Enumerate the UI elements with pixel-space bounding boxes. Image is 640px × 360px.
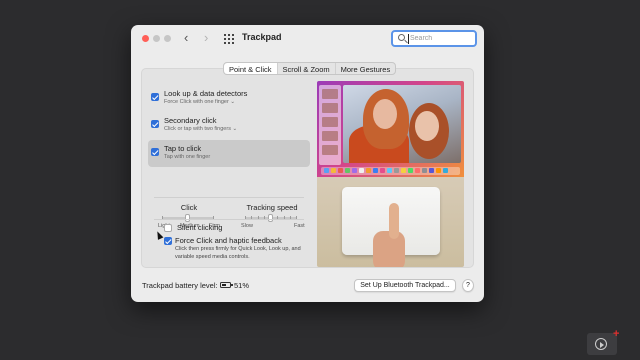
divider <box>154 197 304 198</box>
option-look-up[interactable]: Look up & data detectors Force Click wit… <box>148 88 310 110</box>
help-button[interactable]: ? <box>462 279 474 292</box>
zoom-button[interactable] <box>164 35 171 42</box>
grid-icon[interactable] <box>224 34 234 44</box>
option-sublabel: Tap with one finger <box>164 154 211 160</box>
tab-more-gestures[interactable]: More Gestures <box>334 63 396 74</box>
video-player-control[interactable]: + <box>587 328 619 355</box>
preview-photo <box>343 85 461 163</box>
preview-dock <box>321 167 460 175</box>
option-description: Click then press firmly for Quick Look, … <box>175 246 301 260</box>
footer-bar: Trackpad battery level: 51% Set Up Bluet… <box>131 277 484 297</box>
close-button[interactable] <box>142 35 149 42</box>
checkbox-look-up[interactable] <box>151 93 159 101</box>
setup-bluetooth-trackpad-button[interactable]: Set Up Bluetooth Trackpad... <box>354 279 456 292</box>
option-label: Force Click and haptic feedback <box>175 236 282 245</box>
slider-end-label: Slow <box>241 223 253 229</box>
search-field[interactable] <box>391 30 477 47</box>
plus-icon: + <box>613 328 620 340</box>
divider <box>154 219 304 220</box>
play-icon[interactable] <box>595 338 607 350</box>
checkbox-tap-to-click[interactable] <box>151 148 159 156</box>
gesture-preview-video <box>317 81 464 267</box>
option-secondary-click[interactable]: Secondary click Click or tap with two fi… <box>148 115 310 137</box>
preview-desktop <box>317 81 464 177</box>
search-input[interactable] <box>410 33 474 44</box>
minimize-button[interactable] <box>153 35 160 42</box>
tab-bar: Point & Click Scroll & Zoom More Gesture… <box>223 62 397 75</box>
preview-hand <box>369 203 409 267</box>
tab-scroll-zoom[interactable]: Scroll & Zoom <box>276 63 335 74</box>
mouse-pointer-icon <box>154 230 164 240</box>
slider-knob[interactable] <box>185 214 190 222</box>
tab-point-click[interactable]: Point & Click <box>224 63 277 74</box>
option-label: Look up & data detectors <box>164 89 248 98</box>
slider-label: Click <box>180 203 198 212</box>
settings-panel: Look up & data detectors Force Click wit… <box>141 68 474 268</box>
preview-desk <box>317 177 464 267</box>
chevron-left-icon[interactable]: ‹ <box>184 30 188 45</box>
option-sublabel[interactable]: Force Click with one finger ⌄ <box>164 99 235 105</box>
option-tap-to-click[interactable]: Tap to click Tap with one finger <box>148 140 310 167</box>
text-caret <box>408 34 409 44</box>
preview-photo-sidebar <box>319 85 341 165</box>
battery-icon <box>220 282 233 288</box>
option-label: Tap to click <box>164 144 202 153</box>
search-icon <box>398 34 405 41</box>
slider-end-label: Fast <box>294 223 305 229</box>
window-title: Trackpad <box>242 32 282 42</box>
slider-label: Tracking speed <box>246 203 298 212</box>
title-bar: ‹ › Trackpad <box>131 25 484 53</box>
checkbox-force-click[interactable] <box>164 237 172 245</box>
option-label: Silent clicking <box>177 223 223 232</box>
checkbox-secondary-click[interactable] <box>151 120 159 128</box>
battery-label: Trackpad battery level: <box>142 281 218 290</box>
option-sublabel[interactable]: Click or tap with two fingers ⌄ <box>164 126 237 132</box>
preferences-window: ‹ › Trackpad Point & Click Scroll & Zoom… <box>131 25 484 302</box>
checkbox-silent-clicking[interactable] <box>164 224 172 232</box>
battery-value: 51% <box>234 281 250 290</box>
slider-knob[interactable] <box>268 214 273 222</box>
option-label: Secondary click <box>164 116 217 125</box>
chevron-right-icon[interactable]: › <box>204 30 208 45</box>
